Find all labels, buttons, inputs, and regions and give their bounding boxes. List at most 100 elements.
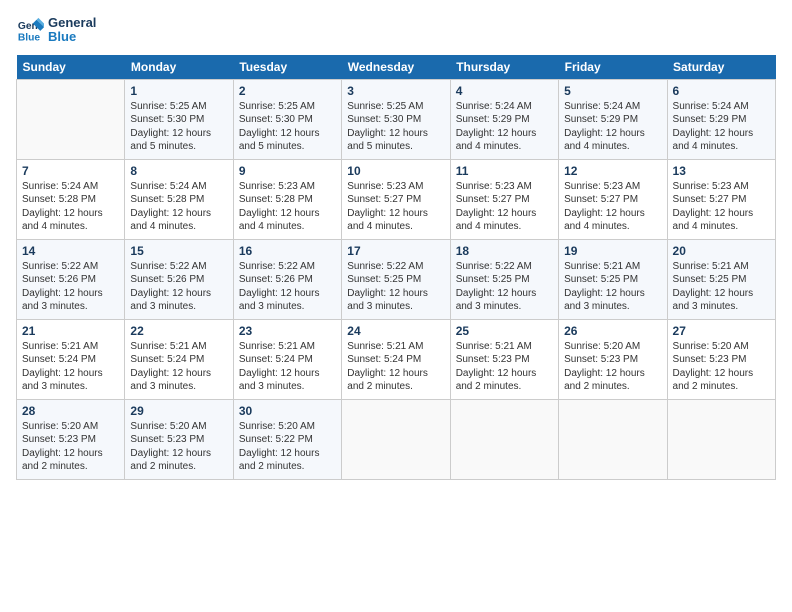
day-info: Sunrise: 5:24 AMSunset: 5:29 PMDaylight:… <box>456 100 553 154</box>
calendar-cell: 25 Sunrise: 5:21 AMSunset: 5:23 PMDayligh… <box>450 319 558 399</box>
calendar-cell: 3 Sunrise: 5:25 AMSunset: 5:30 PMDaylight… <box>342 79 450 159</box>
day-number: 13 <box>673 164 770 178</box>
day-number: 2 <box>239 84 336 98</box>
day-info: Sunrise: 5:20 AMSunset: 5:23 PMDaylight:… <box>564 340 661 394</box>
calendar-cell: 28 Sunrise: 5:20 AMSunset: 5:23 PMDayligh… <box>17 399 125 479</box>
day-number: 7 <box>22 164 119 178</box>
day-number: 22 <box>130 324 227 338</box>
calendar-header-row: SundayMondayTuesdayWednesdayThursdayFrid… <box>17 55 776 80</box>
calendar-cell <box>667 399 775 479</box>
day-number: 29 <box>130 404 227 418</box>
day-info: Sunrise: 5:21 AMSunset: 5:23 PMDaylight:… <box>456 340 553 394</box>
day-info: Sunrise: 5:25 AMSunset: 5:30 PMDaylight:… <box>239 100 336 154</box>
day-info: Sunrise: 5:25 AMSunset: 5:30 PMDaylight:… <box>130 100 227 154</box>
column-header-sunday: Sunday <box>17 55 125 80</box>
day-number: 30 <box>239 404 336 418</box>
day-number: 17 <box>347 244 444 258</box>
day-info: Sunrise: 5:24 AMSunset: 5:29 PMDaylight:… <box>673 100 770 154</box>
calendar-week-row: 21 Sunrise: 5:21 AMSunset: 5:24 PMDayligh… <box>17 319 776 399</box>
day-number: 3 <box>347 84 444 98</box>
calendar-cell: 1 Sunrise: 5:25 AMSunset: 5:30 PMDaylight… <box>125 79 233 159</box>
day-info: Sunrise: 5:23 AMSunset: 5:27 PMDaylight:… <box>564 180 661 234</box>
day-info: Sunrise: 5:24 AMSunset: 5:29 PMDaylight:… <box>564 100 661 154</box>
calendar-cell <box>342 399 450 479</box>
calendar-cell: 16Sunrise: 5:22 AMSunset: 5:26 PMDayligh… <box>233 239 341 319</box>
day-info: Sunrise: 5:21 AMSunset: 5:25 PMDaylight:… <box>673 260 770 314</box>
day-info: Sunrise: 5:23 AMSunset: 5:28 PMDaylight:… <box>239 180 336 234</box>
day-number: 5 <box>564 84 661 98</box>
column-header-tuesday: Tuesday <box>233 55 341 80</box>
day-number: 9 <box>239 164 336 178</box>
day-number: 14 <box>22 244 119 258</box>
calendar-week-row: 14 Sunrise: 5:22 AMSunset: 5:26 PMDayligh… <box>17 239 776 319</box>
day-info: Sunrise: 5:20 AMSunset: 5:22 PMDaylight:… <box>239 420 336 474</box>
calendar-cell: 23 Sunrise: 5:21 AMSunset: 5:24 PMDayligh… <box>233 319 341 399</box>
day-number: 25 <box>456 324 553 338</box>
day-number: 28 <box>22 404 119 418</box>
day-info: Sunrise: 5:20 AMSunset: 5:23 PMDaylight:… <box>673 340 770 394</box>
day-info: Sunrise: 5:24 AMSunset: 5:28 PMDaylight:… <box>22 180 119 234</box>
day-number: 27 <box>673 324 770 338</box>
calendar-cell: 29 Sunrise: 5:20 AMSunset: 5:23 PMDayligh… <box>125 399 233 479</box>
day-info: Sunrise: 5:21 AMSunset: 5:24 PMDaylight:… <box>22 340 119 394</box>
column-header-thursday: Thursday <box>450 55 558 80</box>
calendar-week-row: 1 Sunrise: 5:25 AMSunset: 5:30 PMDaylight… <box>17 79 776 159</box>
day-number: 18 <box>456 244 553 258</box>
calendar-cell: 19Sunrise: 5:21 AMSunset: 5:25 PMDayligh… <box>559 239 667 319</box>
day-number: 19 <box>564 244 661 258</box>
day-info: Sunrise: 5:20 AMSunset: 5:23 PMDaylight:… <box>130 420 227 474</box>
day-info: Sunrise: 5:20 AMSunset: 5:23 PMDaylight:… <box>22 420 119 474</box>
logo-icon: General Blue <box>16 16 44 44</box>
day-number: 10 <box>347 164 444 178</box>
calendar-cell: 9 Sunrise: 5:23 AMSunset: 5:28 PMDaylight… <box>233 159 341 239</box>
logo: General Blue General Blue <box>16 16 96 45</box>
calendar-cell: 24 Sunrise: 5:21 AMSunset: 5:24 PMDayligh… <box>342 319 450 399</box>
calendar-cell: 10 Sunrise: 5:23 AMSunset: 5:27 PMDayligh… <box>342 159 450 239</box>
calendar-cell <box>450 399 558 479</box>
calendar-cell: 6 Sunrise: 5:24 AMSunset: 5:29 PMDaylight… <box>667 79 775 159</box>
column-header-saturday: Saturday <box>667 55 775 80</box>
calendar-cell: 5 Sunrise: 5:24 AMSunset: 5:29 PMDaylight… <box>559 79 667 159</box>
calendar-cell: 14 Sunrise: 5:22 AMSunset: 5:26 PMDayligh… <box>17 239 125 319</box>
calendar-cell: 15Sunrise: 5:22 AMSunset: 5:26 PMDayligh… <box>125 239 233 319</box>
day-info: Sunrise: 5:24 AMSunset: 5:28 PMDaylight:… <box>130 180 227 234</box>
day-info: Sunrise: 5:23 AMSunset: 5:27 PMDaylight:… <box>456 180 553 234</box>
calendar-cell <box>17 79 125 159</box>
day-info: Sunrise: 5:25 AMSunset: 5:30 PMDaylight:… <box>347 100 444 154</box>
calendar-week-row: 28 Sunrise: 5:20 AMSunset: 5:23 PMDayligh… <box>17 399 776 479</box>
day-number: 1 <box>130 84 227 98</box>
calendar-cell: 26 Sunrise: 5:20 AMSunset: 5:23 PMDayligh… <box>559 319 667 399</box>
page-header: General Blue General Blue <box>16 16 776 45</box>
column-header-wednesday: Wednesday <box>342 55 450 80</box>
day-number: 8 <box>130 164 227 178</box>
day-number: 15 <box>130 244 227 258</box>
svg-text:Blue: Blue <box>18 33 41 44</box>
calendar-cell: 8 Sunrise: 5:24 AMSunset: 5:28 PMDaylight… <box>125 159 233 239</box>
calendar-cell: 20 Sunrise: 5:21 AMSunset: 5:25 PMDayligh… <box>667 239 775 319</box>
day-number: 12 <box>564 164 661 178</box>
calendar-week-row: 7 Sunrise: 5:24 AMSunset: 5:28 PMDaylight… <box>17 159 776 239</box>
day-info: Sunrise: 5:21 AMSunset: 5:24 PMDaylight:… <box>130 340 227 394</box>
day-number: 20 <box>673 244 770 258</box>
column-header-monday: Monday <box>125 55 233 80</box>
day-info: Sunrise: 5:21 AMSunset: 5:24 PMDaylight:… <box>239 340 336 394</box>
day-number: 26 <box>564 324 661 338</box>
calendar-cell: 27 Sunrise: 5:20 AMSunset: 5:23 PMDayligh… <box>667 319 775 399</box>
day-info: Sunrise: 5:22 AMSunset: 5:26 PMDaylight:… <box>22 260 119 314</box>
day-number: 24 <box>347 324 444 338</box>
day-number: 6 <box>673 84 770 98</box>
day-info: Sunrise: 5:23 AMSunset: 5:27 PMDaylight:… <box>347 180 444 234</box>
day-info: Sunrise: 5:22 AMSunset: 5:26 PMDaylight:… <box>239 260 336 314</box>
day-info: Sunrise: 5:22 AMSunset: 5:25 PMDaylight:… <box>347 260 444 314</box>
day-number: 23 <box>239 324 336 338</box>
calendar-cell: 30 Sunrise: 5:20 AMSunset: 5:22 PMDayligh… <box>233 399 341 479</box>
calendar-cell: 7 Sunrise: 5:24 AMSunset: 5:28 PMDaylight… <box>17 159 125 239</box>
day-number: 21 <box>22 324 119 338</box>
day-number: 4 <box>456 84 553 98</box>
calendar-cell <box>559 399 667 479</box>
day-number: 11 <box>456 164 553 178</box>
calendar-table: SundayMondayTuesdayWednesdayThursdayFrid… <box>16 55 776 480</box>
calendar-cell: 21 Sunrise: 5:21 AMSunset: 5:24 PMDayligh… <box>17 319 125 399</box>
day-info: Sunrise: 5:21 AMSunset: 5:24 PMDaylight:… <box>347 340 444 394</box>
day-info: Sunrise: 5:23 AMSunset: 5:27 PMDaylight:… <box>673 180 770 234</box>
